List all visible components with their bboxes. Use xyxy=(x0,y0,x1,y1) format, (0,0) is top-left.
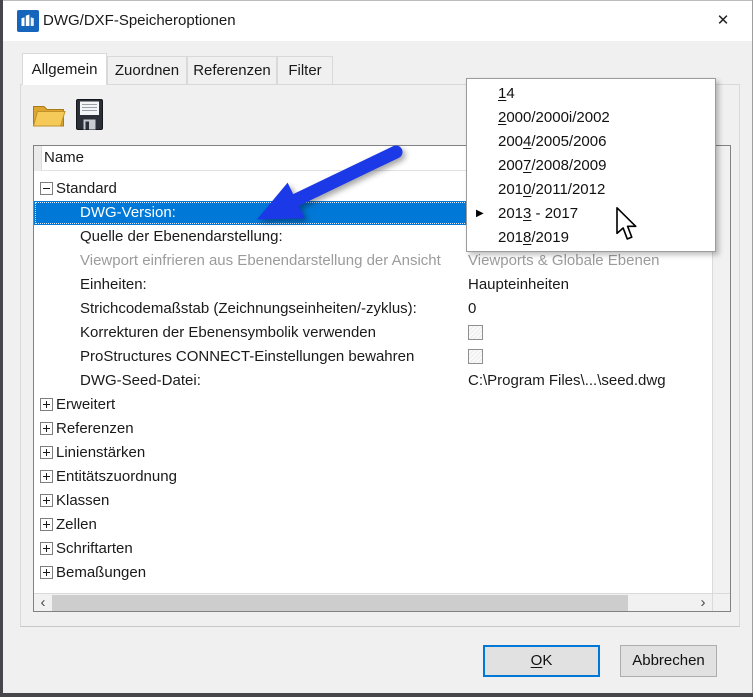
version-menu-item[interactable]: ▶ 2013 - 2017 xyxy=(467,202,715,226)
tab-referenzen[interactable]: Referenzen xyxy=(187,56,277,85)
tree-group-row[interactable]: Entitätszuordnung xyxy=(34,465,712,489)
row-label: Zellen xyxy=(56,516,97,533)
tree-item-row[interactable]: ProStructures CONNECT-Einstellungen bewa… xyxy=(34,345,712,369)
tree-item-row[interactable]: Einheiten: Haupteinheiten xyxy=(34,273,712,297)
expand-icon[interactable] xyxy=(40,470,53,483)
row-label: Referenzen xyxy=(56,420,134,437)
row-label: Korrekturen der Ebenensymbolik verwenden xyxy=(80,324,376,341)
version-menu-item-label: 2013 - 2017 xyxy=(498,205,579,222)
row-label: ProStructures CONNECT-Einstellungen bewa… xyxy=(80,348,415,365)
row-value: 0 xyxy=(468,300,477,317)
horizontal-scrollbar[interactable]: ‹ › xyxy=(34,593,712,611)
app-icon xyxy=(17,10,39,32)
row-label: Quelle der Ebenendarstellung: xyxy=(80,228,283,245)
row-label: Bemaßungen xyxy=(56,564,147,581)
expand-icon[interactable] xyxy=(40,518,53,531)
title-bar: DWG/DXF-Speicheroptionen ✕ xyxy=(3,1,752,41)
tree-item-row[interactable]: Viewport einfrieren aus Ebenendarstellun… xyxy=(34,249,712,273)
row-value: C:\Program Files\...\seed.dwg xyxy=(468,372,666,389)
window-border-bottom xyxy=(0,693,753,697)
version-menu-item-label: 2007/2008/2009 xyxy=(498,157,607,174)
row-label: DWG-Version: xyxy=(80,204,176,221)
tab-label: Zuordnen xyxy=(114,62,180,79)
expand-icon[interactable] xyxy=(40,542,53,555)
column-header-name: Name xyxy=(44,149,85,166)
version-menu-item[interactable]: 2004/2005/2006 xyxy=(467,130,715,154)
tree-group-row[interactable]: Erweitert xyxy=(34,393,712,417)
row-label: Standard xyxy=(56,180,117,197)
header-corner-cell xyxy=(34,146,42,171)
scroll-left-icon[interactable]: ‹ xyxy=(34,594,52,612)
cancel-button[interactable]: Abbrechen xyxy=(620,645,717,677)
expand-icon[interactable] xyxy=(40,422,53,435)
expand-icon[interactable] xyxy=(40,494,53,507)
tab-zuordnen[interactable]: Zuordnen xyxy=(107,56,187,85)
expand-icon[interactable] xyxy=(40,398,53,411)
scroll-right-icon[interactable]: › xyxy=(694,594,712,612)
row-value: Viewports & Globale Ebenen xyxy=(468,252,660,269)
tree-group-row[interactable]: Referenzen xyxy=(34,417,712,441)
version-menu-item[interactable]: 2018/2019 xyxy=(467,226,715,250)
horizontal-scrollbar-thumb[interactable] xyxy=(52,595,628,611)
version-menu-item-label: 2000/2000i/2002 xyxy=(498,109,610,126)
tab-allgemein[interactable]: Allgemein xyxy=(22,53,107,85)
row-label: Viewport einfrieren aus Ebenendarstellun… xyxy=(80,252,441,269)
expand-icon[interactable] xyxy=(40,446,53,459)
row-label: DWG-Seed-Datei: xyxy=(80,372,201,389)
tree-group-row[interactable]: Linienstärken xyxy=(34,441,712,465)
save-floppy-icon[interactable] xyxy=(76,99,103,130)
window-title: DWG/DXF-Speicheroptionen xyxy=(43,12,236,29)
selected-version-marker-icon: ▶ xyxy=(476,208,484,219)
tree-item-row[interactable]: DWG-Seed-Datei: C:\Program Files\...\seed… xyxy=(34,369,712,393)
tab-filter[interactable]: Filter xyxy=(277,56,333,85)
expand-icon[interactable] xyxy=(40,566,53,579)
checkbox-unchecked[interactable] xyxy=(468,325,483,340)
row-label: Erweitert xyxy=(56,396,116,413)
dwg-dxf-save-options-dialog: DWG/DXF-Speicheroptionen ✕ Allgemein Zuo… xyxy=(0,0,753,697)
row-label: Strichcodemaßstab (Zeichnungseinheiten/-… xyxy=(80,300,417,317)
row-label: Linienstärken xyxy=(56,444,146,461)
tree-group-row[interactable]: Bemaßungen xyxy=(34,561,712,585)
version-menu-item-label: 14 xyxy=(498,85,515,102)
collapse-icon[interactable] xyxy=(40,182,53,195)
window-border-left xyxy=(0,0,3,697)
tab-label: Allgemein xyxy=(31,61,98,78)
row-value: Haupteinheiten xyxy=(468,276,569,293)
version-menu-item-label: 2018/2019 xyxy=(498,229,569,246)
row-label: Schriftarten xyxy=(56,540,133,557)
version-menu-item[interactable]: 2010/2011/2012 xyxy=(467,178,715,202)
ok-button[interactable]: OK xyxy=(483,645,600,677)
tree-group-row[interactable]: Klassen xyxy=(34,489,712,513)
tab-label: Filter xyxy=(288,62,322,79)
row-label: Entitätszuordnung xyxy=(56,468,177,485)
version-menu-item[interactable]: 2007/2008/2009 xyxy=(467,154,715,178)
version-menu-item[interactable]: 14 xyxy=(467,82,715,106)
close-icon[interactable]: ✕ xyxy=(706,5,740,37)
version-menu-item-label: 2004/2005/2006 xyxy=(498,133,607,150)
open-folder-icon[interactable] xyxy=(32,101,66,128)
tree-group-row[interactable]: Zellen xyxy=(34,513,712,537)
window-border-top xyxy=(0,0,753,1)
tree-item-row[interactable]: Strichcodemaßstab (Zeichnungseinheiten/-… xyxy=(34,297,712,321)
version-dropdown-menu: 14 2000/2000i/2002 2004/2005/2006 2007/2008… xyxy=(466,78,716,252)
version-menu-item[interactable]: 2000/2000i/2002 xyxy=(467,106,715,130)
tree-item-row[interactable]: Korrekturen der Ebenensymbolik verwenden xyxy=(34,321,712,345)
tab-label: Referenzen xyxy=(193,62,271,79)
tree-group-row[interactable]: Schriftarten xyxy=(34,537,712,561)
scrollbar-corner xyxy=(712,593,730,611)
row-label: Klassen xyxy=(56,492,110,509)
checkbox-unchecked[interactable] xyxy=(468,349,483,364)
version-menu-item-label: 2010/2011/2012 xyxy=(498,181,606,198)
row-label: Einheiten: xyxy=(80,276,147,293)
